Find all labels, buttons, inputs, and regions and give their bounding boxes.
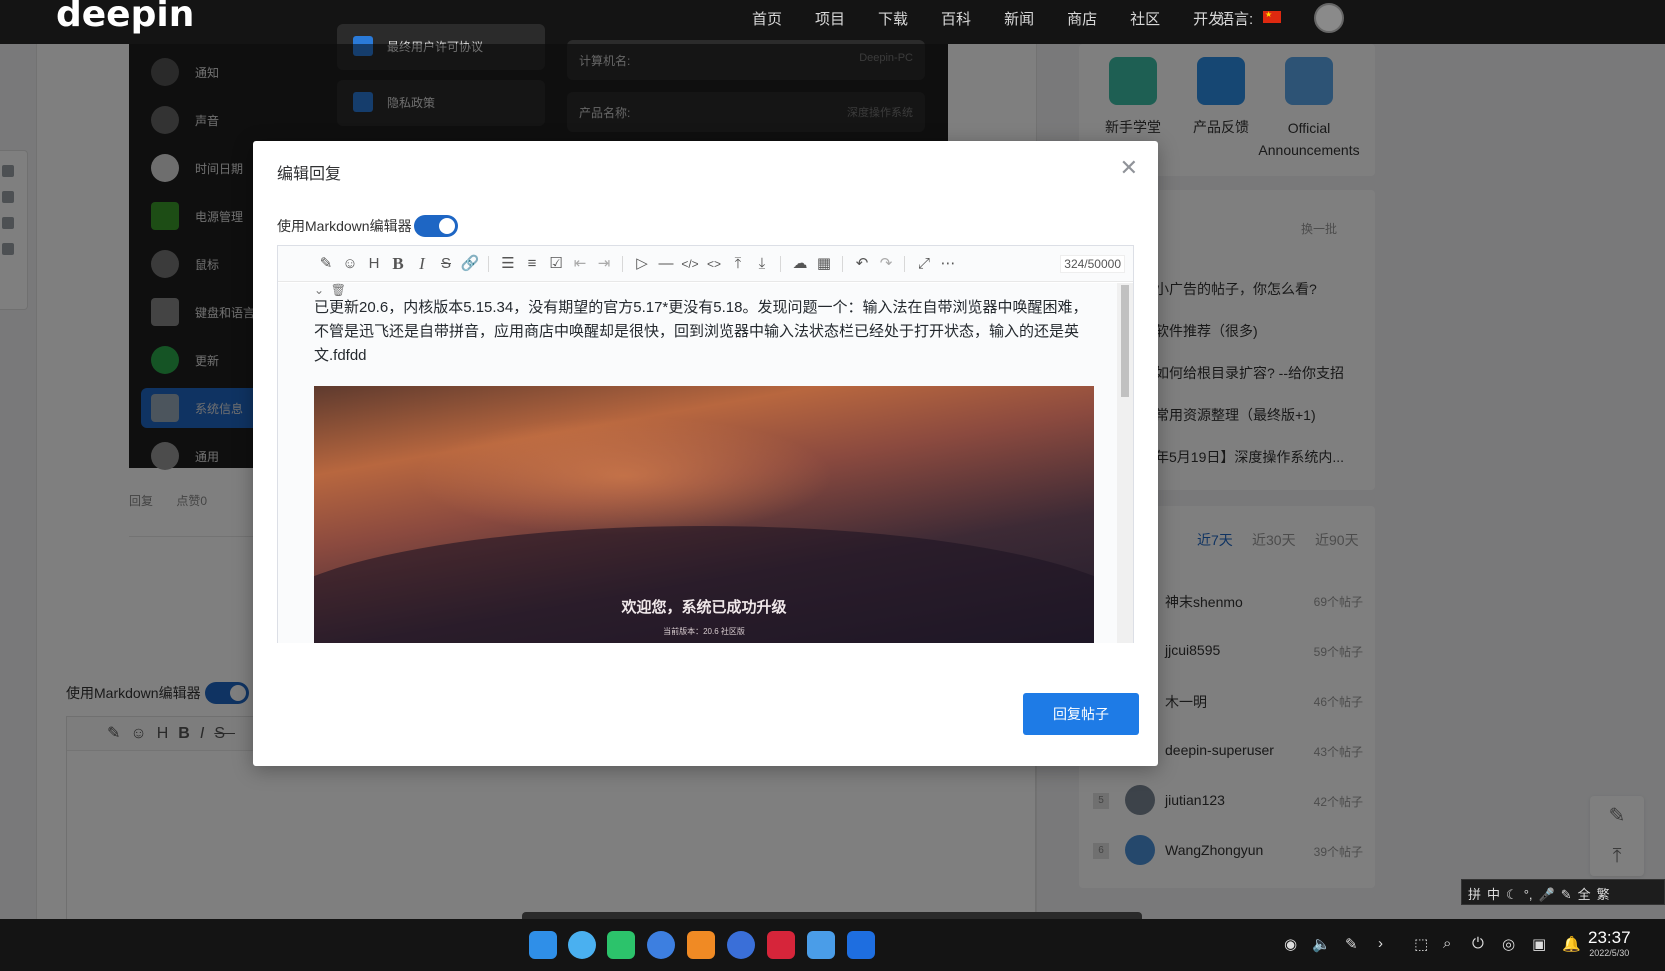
ime-traditional[interactable]: 繁 — [1597, 887, 1610, 902]
fullscreen-icon[interactable]: ⤢ — [914, 254, 934, 274]
notification-bell-icon[interactable]: 🔔 — [1562, 935, 1581, 953]
quote-icon[interactable]: ▷ — [632, 254, 652, 274]
ime-tray-icon[interactable]: ◉ — [1284, 935, 1297, 953]
emoji-icon[interactable]: ☺ — [340, 254, 360, 274]
edit-reply-dialog: 编辑回复 ✕ 使用Markdown编辑器 ✎ ☺ H B I S 🔗 ☰ ≡ ☑… — [253, 141, 1158, 766]
language-label[interactable]: 语言: — [1219, 8, 1253, 29]
indent-icon[interactable]: ⇥ — [594, 254, 614, 274]
upload-icon[interactable]: ☁ — [790, 254, 810, 274]
ime-punct[interactable]: °, — [1524, 887, 1533, 902]
inline-code-icon[interactable]: <> — [704, 254, 724, 274]
separator — [780, 256, 781, 272]
bullet-list-icon[interactable]: ☰ — [498, 254, 518, 274]
trash-icon[interactable]: 🗑 — [331, 283, 346, 297]
monitor-icon[interactable]: ◎ — [1502, 935, 1515, 953]
clock[interactable]: 23:37 2022/5/30 — [1588, 928, 1631, 958]
editor-toolbar: ✎ ☺ H B I S 🔗 ☰ ≡ ☑ ⇤ ⇥ ▷ — </> <> ⤒ ⤓ ☁… — [278, 246, 1133, 282]
clock-time: 23:37 — [1588, 928, 1631, 947]
embedded-upgrade-image: 欢迎您，系统已成功升级 当前版本：20.6 社区版 — [314, 386, 1094, 643]
separator — [488, 256, 489, 272]
volume-icon[interactable]: 🔈 — [1312, 935, 1331, 953]
power-icon[interactable]: ⏻ — [1472, 935, 1484, 952]
nav-community[interactable]: 社区 — [1130, 8, 1160, 29]
screenshot-icon[interactable]: ⬚ — [1414, 935, 1428, 953]
ime-fullwidth[interactable]: 全 — [1578, 887, 1591, 902]
reply-text[interactable]: 已更新20.6，内核版本5.15.34，没有期望的官方5.17*更没有5.18。… — [314, 296, 1094, 368]
china-flag-icon[interactable] — [1263, 10, 1281, 23]
dialog-title: 编辑回复 — [277, 166, 342, 183]
trash-tray-icon[interactable]: ▣ — [1532, 935, 1546, 953]
app-store-icon[interactable] — [687, 931, 715, 959]
table-icon[interactable]: ▦ — [814, 254, 834, 274]
insert-after-icon[interactable]: ⤓ — [752, 254, 772, 274]
scrollbar-thumb[interactable] — [1121, 285, 1129, 397]
top-navbar: deepin 首页 项目 下载 百科 新闻 商店 社区 开发 语言: — [0, 0, 1665, 44]
nav-home[interactable]: 首页 — [752, 8, 782, 29]
checklist-icon[interactable]: ☑ — [546, 254, 566, 274]
code-block-icon[interactable]: </> — [680, 254, 700, 274]
ime-halfwidth[interactable]: ☾ — [1506, 887, 1518, 902]
link-icon[interactable]: 🔗 — [460, 254, 480, 274]
close-icon[interactable]: ✕ — [1120, 155, 1138, 181]
heading-icon[interactable]: H — [364, 254, 384, 274]
settings-icon[interactable] — [727, 931, 755, 959]
calculator-icon[interactable] — [807, 931, 835, 959]
editor-scrollbar[interactable] — [1117, 283, 1133, 643]
taskbar: ◉ 🔈 ✎ › ⬚ ⌕ ⏻ ◎ ▣ 🔔 23:37 2022/5/30 — [0, 919, 1665, 971]
italic-icon[interactable]: I — [412, 254, 432, 274]
user-avatar[interactable] — [1314, 3, 1344, 33]
markdown-label: 使用Markdown编辑器 — [277, 218, 412, 234]
outdent-icon[interactable]: ⇤ — [570, 254, 590, 274]
editor-content[interactable]: ⌄ 🗑 已更新20.6，内核版本5.15.34，没有期望的官方5.17*更没有5… — [278, 283, 1118, 643]
more-icon[interactable]: ⋯ — [938, 254, 958, 274]
content-mini-tools: ⌄ 🗑 — [314, 283, 346, 297]
ime-status-bar: 拼中 ☾ °, 🎤 ✎ 全繁 — [1461, 879, 1665, 905]
music-icon[interactable] — [607, 931, 635, 959]
launcher-icon[interactable] — [529, 931, 557, 959]
notes-icon[interactable] — [847, 931, 875, 959]
markdown-editor: ✎ ☺ H B I S 🔗 ☰ ≡ ☑ ⇤ ⇥ ▷ — </> <> ⤒ ⤓ ☁… — [277, 245, 1134, 643]
deepin-logo[interactable]: deepin — [56, 0, 194, 35]
char-counter: 324/50000 — [1060, 255, 1125, 273]
image-glow — [414, 416, 834, 536]
main-nav: 首页 项目 下载 百科 新闻 商店 社区 开发 — [752, 8, 1256, 29]
browser-icon[interactable] — [568, 931, 596, 959]
hr-icon[interactable]: — — [656, 254, 676, 274]
insert-before-icon[interactable]: ⤒ — [728, 254, 748, 274]
separator — [622, 256, 623, 272]
edit-mode-icon[interactable]: ✎ — [316, 254, 336, 274]
nav-store[interactable]: 商店 — [1067, 8, 1097, 29]
bold-icon[interactable]: B — [388, 254, 408, 274]
ime-pinyin[interactable]: 拼 — [1468, 887, 1481, 902]
clock-date: 2022/5/30 — [1589, 948, 1630, 958]
search-icon[interactable]: ⌕ — [1443, 935, 1451, 952]
undo-icon[interactable]: ↶ — [852, 254, 872, 274]
nav-download[interactable]: 下载 — [878, 8, 908, 29]
strike-icon[interactable]: S — [436, 254, 456, 274]
pen-icon[interactable]: ✎ — [1345, 935, 1358, 953]
nav-projects[interactable]: 项目 — [815, 8, 845, 29]
separator — [904, 256, 905, 272]
collapse-icon[interactable]: ⌄ — [314, 283, 324, 297]
separator — [842, 256, 843, 272]
ime-chinese[interactable]: 中 — [1487, 887, 1500, 902]
ime-handwrite[interactable]: ✎ — [1561, 887, 1572, 902]
nav-wiki[interactable]: 百科 — [941, 8, 971, 29]
markdown-toggle[interactable] — [414, 215, 458, 237]
upgrade-version-text: 当前版本：20.6 社区版 — [663, 627, 745, 636]
expand-tray-icon[interactable]: › — [1378, 935, 1383, 952]
movie-icon[interactable] — [647, 931, 675, 959]
redo-icon[interactable]: ↷ — [876, 254, 896, 274]
submit-reply-button[interactable]: 回复帖子 — [1023, 693, 1139, 735]
ordered-list-icon[interactable]: ≡ — [522, 254, 542, 274]
ime-voice[interactable]: 🎤 — [1539, 887, 1555, 902]
terminal-icon[interactable] — [767, 931, 795, 959]
nav-news[interactable]: 新闻 — [1004, 8, 1034, 29]
upgrade-welcome-text: 欢迎您，系统已成功升级 — [621, 599, 787, 616]
